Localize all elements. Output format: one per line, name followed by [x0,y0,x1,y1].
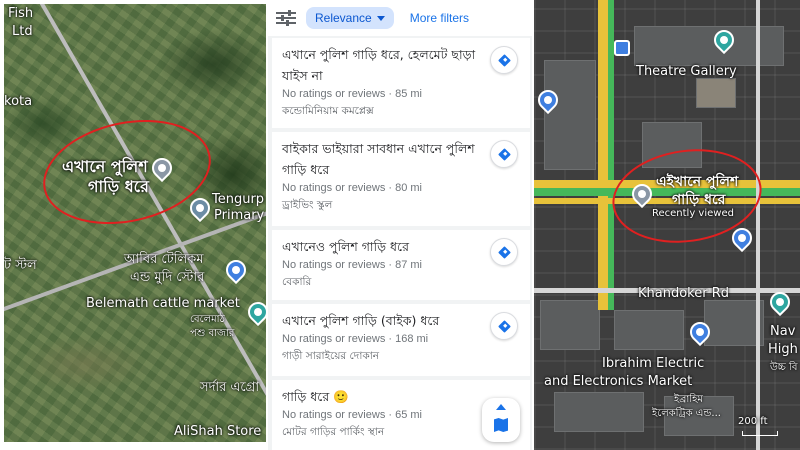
map-label-high: High [768,342,798,357]
map-label-primary: Primary [214,208,265,223]
relevance-label: Relevance [315,11,372,25]
market-icon[interactable] [243,297,266,327]
result-card[interactable]: এখানে পুলিশ গাড়ি (বাইক) ধরে No ratings … [272,304,530,376]
result-card[interactable]: এখানে পুলিশ গাড়ি ধরে, হেলমেট ছাড়া যাইস… [272,38,530,128]
result-meta: No ratings or reviews · 65 mi [282,409,422,421]
result-title[interactable]: এখানে পুলিশ গাড়ি ধরে, হেলমেট ছাড়া যাইস… [282,44,480,86]
results-panel: Relevance More filters এখানে পুলিশ গাড়ি… [268,0,532,450]
road-side [756,0,760,450]
left-satellite-map[interactable]: Fish Ltd kota এখানে পুলিশ গাড়ি ধরে Teng… [4,4,266,442]
map-label-ibrahim-2: and Electronics Market [544,374,693,389]
map-label-fish: Fish [8,6,34,21]
result-title[interactable]: এখানে পুলিশ গাড়ি (বাইক) ধরে [282,310,480,331]
building [634,26,784,66]
map-label-belemath-bn-2: পশু বাজার [190,328,235,339]
transit-icon[interactable] [614,40,630,56]
result-title[interactable]: এখানেও পুলিশ গাড়ি ধরে [282,236,480,257]
result-meta: No ratings or reviews · 168 mi [282,333,429,345]
result-card[interactable]: এখানেও পুলিশ গাড়ি ধরে No ratings or rev… [272,230,530,300]
chevron-up-icon [496,404,506,410]
result-category: কন্ডোমিনিয়াম কমপ্লেক্স [282,105,374,117]
road-label-khandoker: Khandoker Rd [638,286,729,301]
building [614,310,684,350]
result-title[interactable]: গাড়ি ধরে 🙂 [282,386,480,407]
map-label-kota: kota [4,94,33,109]
directions-icon[interactable] [490,46,518,74]
scale-label: 200 ft [738,416,768,427]
map-label-abir-2: এন্ড মুদি স্টোর [130,270,205,285]
directions-icon[interactable] [490,312,518,340]
map-label-ibrahim-bn-2: ইলেকট্রিক এন্ড... [652,408,721,419]
map-label-ibrahim: Ibrahim Electric [602,356,705,371]
store-icon[interactable] [221,255,251,285]
directions-icon[interactable] [490,238,518,266]
map-label-belemath: Belemath cattle market [86,296,240,311]
show-map-button[interactable] [482,398,520,442]
map-label-theatre-gallery: Theatre Gallery [636,64,737,79]
result-meta: No ratings or reviews · 85 mi [282,88,422,100]
map-label-sardar: সর্দার এগ্রো [200,380,260,395]
result-meta: No ratings or reviews · 87 mi [282,259,422,271]
result-category: গাড়ী সারাইয়ের দোকান [282,350,380,362]
map-pin-label-2: গাড়ি ধরে [88,177,149,196]
building [696,78,736,108]
more-filters-button[interactable]: More filters [410,11,469,25]
result-meta: No ratings or reviews · 80 mi [282,182,422,194]
result-category: মোটর গাড়ির পার্কিং স্থান [282,426,385,438]
map-label-stall: ট স্টল [4,258,37,273]
map-label-nav: Nav [770,324,796,339]
map-label-ltd: Ltd [12,24,33,39]
map-label-high-bn: উচ্চ বি [770,362,798,373]
map-label-alishah: AliShah Store [174,424,262,439]
filter-bar: Relevance More filters [268,0,532,36]
result-category: বেকারি [282,276,312,288]
map-label-tengurp: Tengurp [212,192,265,207]
school-icon[interactable] [185,193,215,223]
building [540,300,600,350]
building [544,60,596,170]
result-category: ড্রাইভিং স্কুল [282,199,333,211]
building [554,392,644,432]
relevance-dropdown[interactable]: Relevance [306,7,394,29]
result-title[interactable]: বাইকার ভাইয়ারা সাবধান এখানে পুলিশ গাড়ি… [282,138,480,180]
map-icon [494,418,508,432]
scale-bar [742,431,778,436]
filter-sliders-icon[interactable] [276,10,296,26]
result-card[interactable]: বাইকার ভাইয়ারা সাবধান এখানে পুলিশ গাড়ি… [272,132,530,226]
road-vertical [598,0,608,310]
directions-icon[interactable] [490,140,518,168]
building [704,300,764,346]
caret-down-icon [376,15,385,21]
